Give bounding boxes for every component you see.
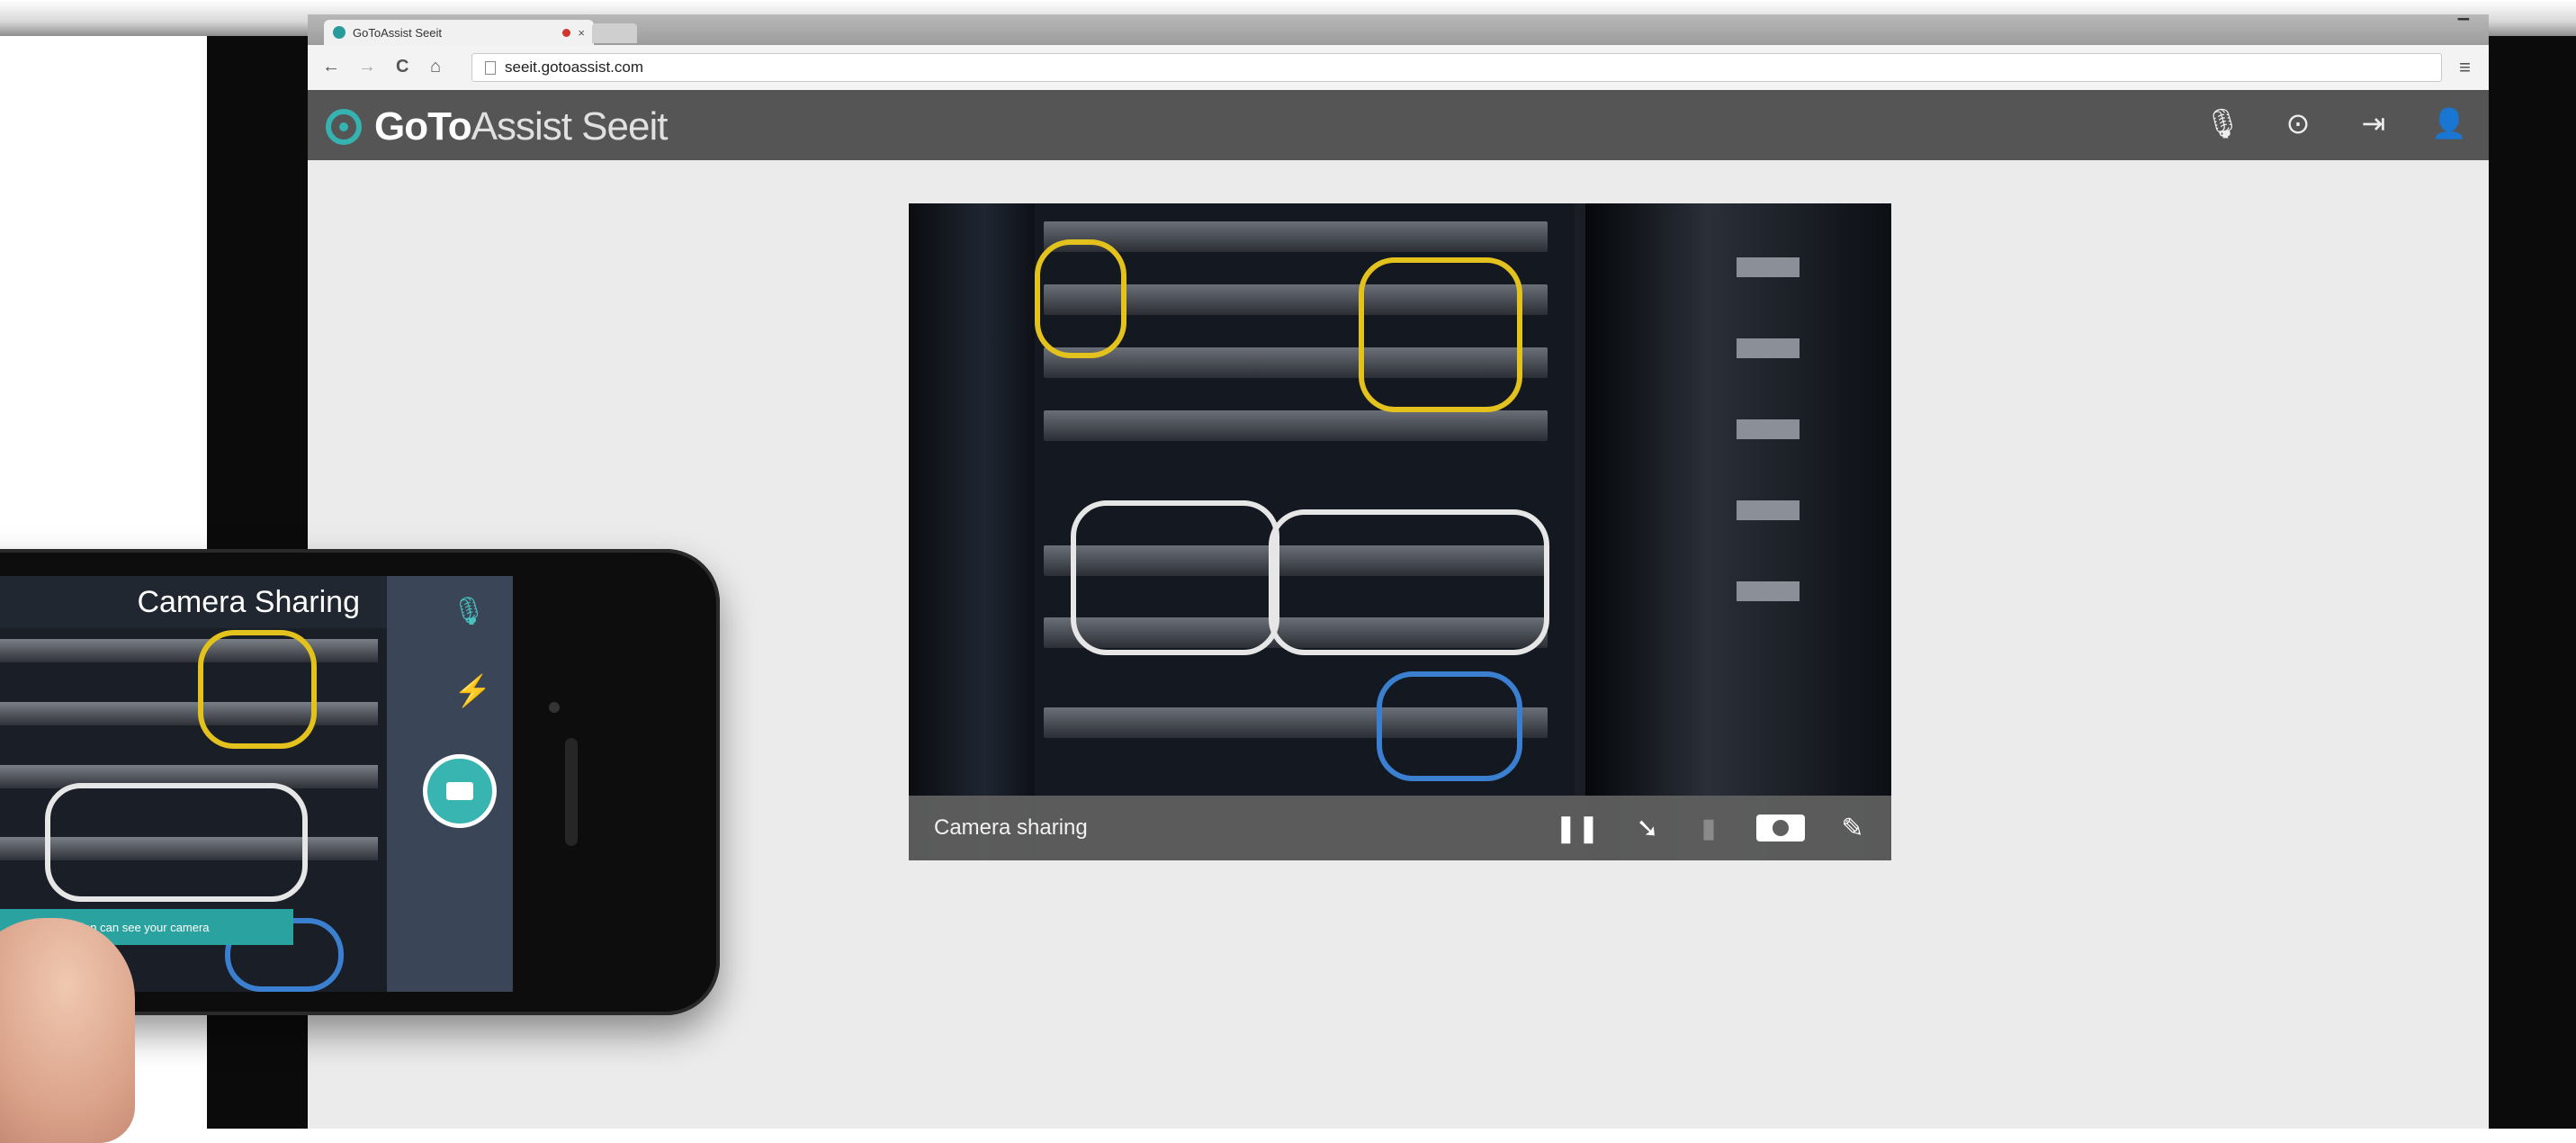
- video-cable-white: [1071, 500, 1279, 655]
- video-rack-unit: [1044, 410, 1548, 441]
- tab-title: GoToAssist Seeit: [353, 25, 442, 40]
- phone-rack-unit: [0, 702, 378, 725]
- recording-indicator-icon: [562, 28, 571, 37]
- window-control-icon[interactable]: ▔: [2458, 18, 2469, 36]
- new-tab-button[interactable]: [592, 23, 637, 43]
- browser-menu-icon[interactable]: ≡: [2459, 56, 2471, 79]
- flash-icon[interactable]: ⚡: [453, 673, 491, 709]
- sign-out-icon[interactable]: ⇥: [2356, 106, 2392, 140]
- phone-front-camera: [549, 702, 560, 713]
- video-patch-panel: [1737, 338, 1800, 358]
- phone-cable-yellow: [198, 630, 317, 749]
- microphone-icon[interactable]: ▮: [1695, 813, 1722, 844]
- video-patch-panel: [1737, 581, 1800, 601]
- logo-icon: [326, 109, 362, 145]
- video-control-bar: Camera sharing ❚❚ ➘ ▮ ✎: [909, 796, 1891, 860]
- video-rack-unit: [1044, 221, 1548, 252]
- camera-video-panel: Camera sharing ❚❚ ➘ ▮ ✎: [909, 203, 1891, 860]
- video-rack-left: [909, 203, 1035, 860]
- phone-rack-unit: [0, 639, 378, 662]
- address-bar-row: ← → C ⌂ seeit.gotoassist.com ≡: [308, 45, 2489, 91]
- pause-icon[interactable]: ❚❚: [1555, 813, 1600, 844]
- phone-speaker: [565, 738, 578, 846]
- url-input[interactable]: seeit.gotoassist.com: [471, 53, 2442, 82]
- page-icon: [485, 60, 496, 75]
- logo-text-light: Assist Seeit: [471, 104, 669, 148]
- video-patch-panel: [1737, 257, 1800, 277]
- video-cable-blue: [1377, 671, 1522, 781]
- annotate-icon[interactable]: ✎: [1839, 813, 1866, 844]
- forward-icon[interactable]: →: [358, 56, 376, 77]
- photo-scene: GoToAssist Seeit × ▔ ← → C ⌂ seeit.gotoa…: [0, 0, 2576, 1143]
- home-icon[interactable]: ⌂: [430, 56, 441, 77]
- reload-icon[interactable]: C: [396, 56, 408, 77]
- video-cable-yellow: [1359, 257, 1522, 412]
- browser-tab[interactable]: GoToAssist Seeit ×: [324, 20, 594, 45]
- video-camera-button[interactable]: [423, 754, 497, 828]
- tab-strip: GoToAssist Seeit × ▔: [308, 14, 2489, 45]
- video-status-label: Camera sharing: [934, 815, 1088, 840]
- record-icon[interactable]: ⊙: [2280, 106, 2316, 140]
- favicon-icon: [333, 26, 346, 39]
- holding-finger: [0, 918, 135, 1143]
- video-controls: ❚❚ ➘ ▮ ✎: [1555, 813, 1866, 844]
- back-icon[interactable]: ←: [322, 56, 340, 77]
- phone-cable-white: [45, 783, 308, 902]
- app-logo: GoToAssist Seeit: [326, 104, 669, 149]
- video-cable-yellow: [1035, 239, 1126, 358]
- microphone-icon[interactable]: 🎙: [2204, 106, 2241, 140]
- app-header: GoToAssist Seeit 🎙 ⊙ ⇥ 👤: [308, 90, 2489, 160]
- video-cable-white: [1269, 509, 1549, 655]
- video-camera-icon: [446, 782, 473, 800]
- phone-screen-title: Camera Sharing: [0, 576, 387, 628]
- logo-text-bold: GoTo: [374, 104, 472, 148]
- snapshot-camera-icon[interactable]: [1756, 814, 1805, 842]
- microphone-icon[interactable]: 🎙: [452, 596, 486, 627]
- video-rack-right: [1585, 203, 1891, 860]
- user-icon[interactable]: 👤: [2431, 106, 2467, 140]
- pointer-icon[interactable]: ➘: [1634, 813, 1661, 844]
- video-patch-panel: [1737, 419, 1800, 439]
- video-patch-panel: [1737, 500, 1800, 520]
- header-toolbar: 🎙 ⊙ ⇥ 👤: [2204, 106, 2467, 140]
- url-text: seeit.gotoassist.com: [505, 58, 644, 76]
- close-tab-icon[interactable]: ×: [578, 26, 585, 40]
